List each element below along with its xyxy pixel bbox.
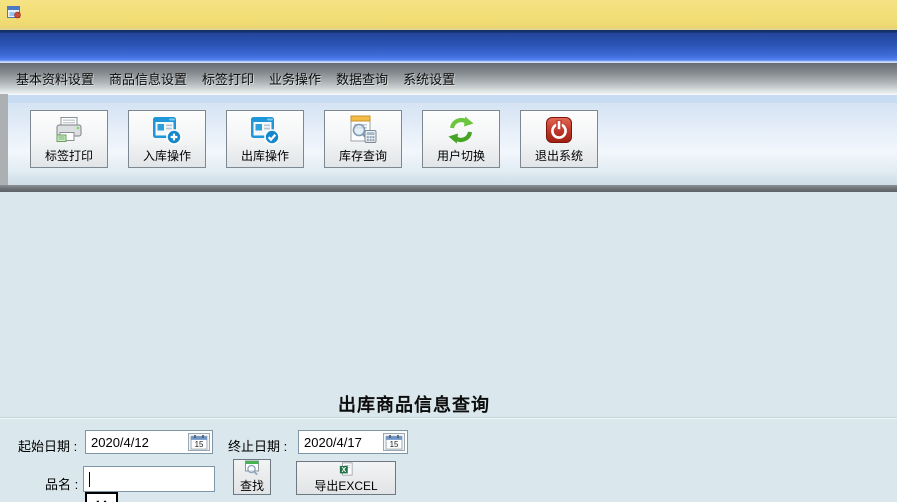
switch-user-button-label: 用户切换	[436, 148, 485, 163]
inbound-operation-button[interactable]: 入库操作	[128, 110, 206, 168]
separator	[0, 417, 897, 419]
window-left-edge	[0, 94, 8, 192]
menu-bar: 基本资料设置 商品信息设置 标签打印 业务操作 数据查询 系统设置	[0, 63, 897, 94]
svg-text:15: 15	[195, 440, 204, 449]
title-banner: 条形码出入库系统V1.0	[0, 30, 897, 91]
start-date-picker[interactable]: 15	[85, 430, 213, 454]
end-date-picker[interactable]: 15	[298, 430, 408, 454]
menu-basic-settings[interactable]: 基本资料设置	[16, 69, 94, 88]
end-date-calendar-button[interactable]: 15	[383, 433, 405, 451]
menu-system-settings[interactable]: 系统设置	[403, 69, 455, 88]
label-print-button[interactable]: 标签打印	[30, 110, 108, 168]
inventory-query-button-label: 库存查询	[338, 148, 387, 163]
export-excel-button-label: 导出EXCEL	[314, 479, 378, 493]
inventory-query-button[interactable]: 库存查询	[324, 110, 402, 168]
start-date-calendar-button[interactable]: 15	[188, 433, 210, 451]
svg-text:X: X	[341, 467, 346, 474]
calendar-icon: 15	[385, 434, 403, 450]
toolbar-top-strip	[0, 94, 897, 103]
application-icon[interactable]	[6, 4, 22, 20]
export-excel-button[interactable]: X 导出EXCEL	[296, 461, 396, 495]
calendar-icon: 15	[190, 434, 208, 450]
text-caret	[89, 472, 90, 487]
printer-icon	[56, 116, 82, 142]
product-name-field[interactable]	[83, 466, 215, 492]
ime-language-indicator[interactable]: 英	[85, 492, 118, 502]
product-name-label: 品名 :	[45, 477, 79, 492]
start-date-label: 起始日期 :	[18, 439, 78, 454]
menu-data-query[interactable]: 数据查询	[336, 69, 388, 88]
inbound-window-plus-icon	[153, 116, 182, 145]
end-date-label: 终止日期 :	[228, 439, 288, 454]
exit-system-button[interactable]: 退出系统	[520, 110, 598, 168]
label-print-button-label: 标签打印	[44, 148, 93, 163]
switch-user-arrows-icon	[448, 116, 474, 143]
menu-product-info-settings[interactable]: 商品信息设置	[109, 69, 187, 88]
power-exit-icon	[546, 116, 572, 143]
switch-user-button[interactable]: 用户切换	[422, 110, 500, 168]
find-button[interactable]: 查找	[233, 459, 271, 495]
query-panel: 出库商品信息查询 起始日期 : 15 终止日期 :	[0, 192, 897, 502]
exit-system-button-label: 退出系统	[534, 148, 583, 163]
outbound-operation-button-label: 出库操作	[240, 148, 289, 163]
toolbar: 标签打印 入库操作 出库操作 库存查询 用户切换 退出系统	[0, 103, 897, 185]
page-title: 出库商品信息查询	[338, 395, 490, 415]
outbound-operation-button[interactable]: 出库操作	[226, 110, 304, 168]
outbound-window-check-icon	[251, 116, 280, 145]
os-top-strip	[0, 0, 897, 30]
application-window: 条形码出入库系统V1.0 基本资料设置 商品信息设置 标签打印 业务操作 数据查…	[0, 0, 897, 502]
search-document-icon	[244, 460, 259, 476]
toolbar-bottom-divider	[0, 185, 897, 192]
find-button-label: 查找	[239, 479, 264, 493]
menu-label-print[interactable]: 标签打印	[202, 69, 254, 88]
inventory-search-icon	[350, 115, 377, 143]
inbound-operation-button-label: 入库操作	[142, 148, 191, 163]
product-name-input[interactable]	[84, 467, 214, 491]
excel-icon: X	[339, 462, 353, 476]
svg-text:15: 15	[390, 440, 399, 449]
menu-business-ops[interactable]: 业务操作	[269, 69, 321, 88]
